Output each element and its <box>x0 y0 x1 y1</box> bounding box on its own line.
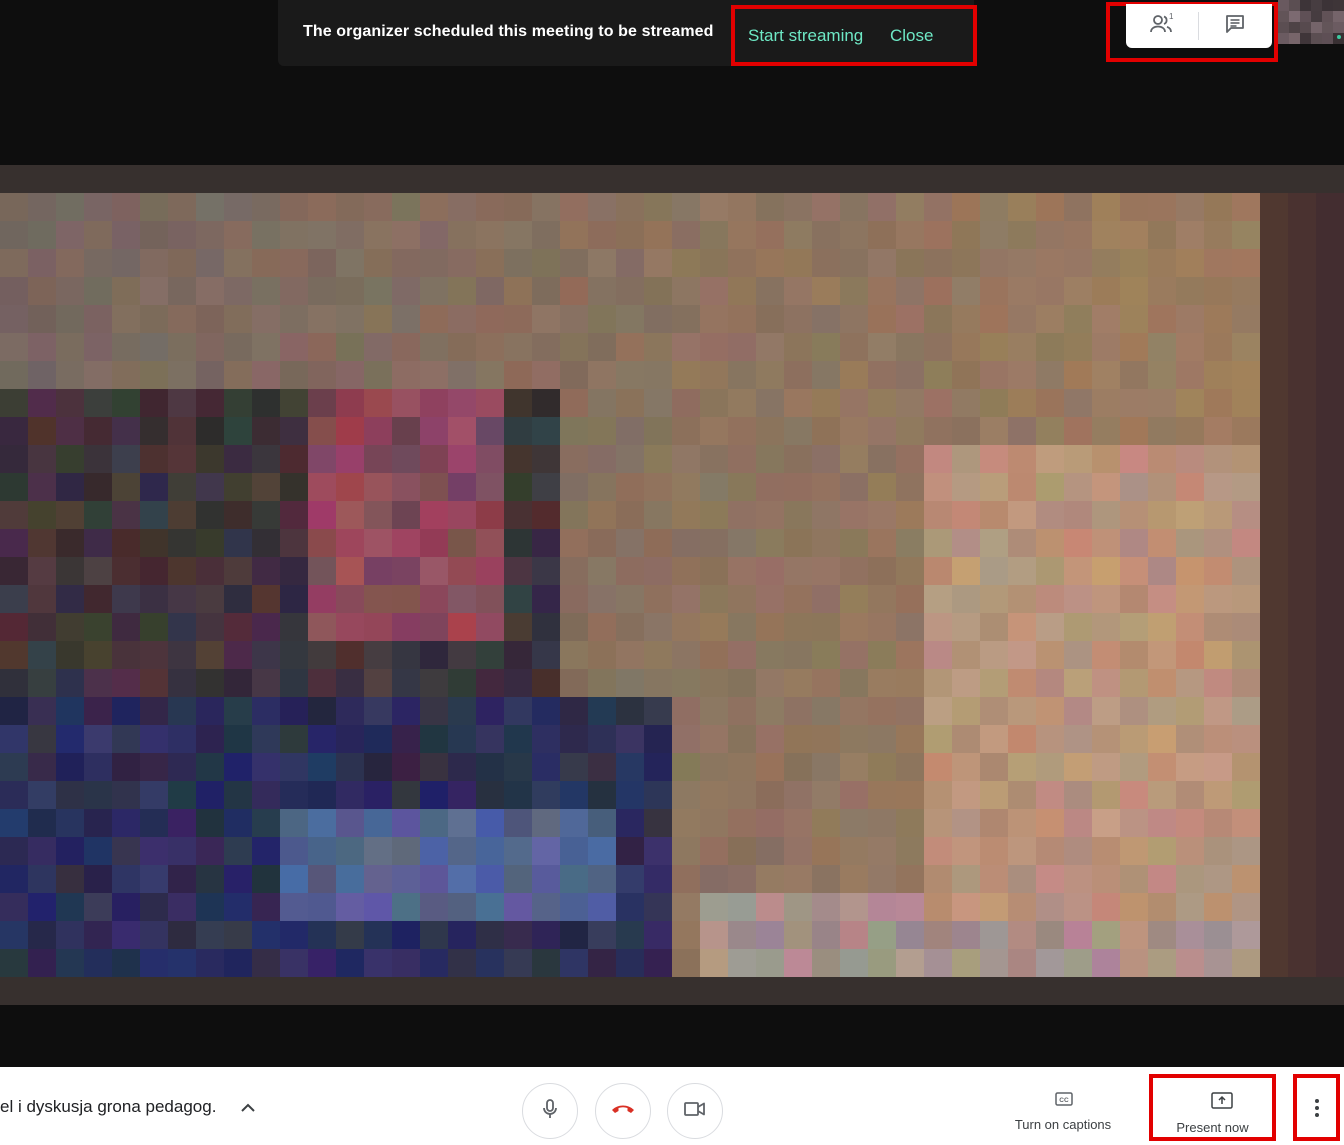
streaming-banner: The organizer scheduled this meeting to … <box>278 0 977 66</box>
chat-button[interactable] <box>1199 4 1271 48</box>
video-camera-icon <box>683 1100 707 1123</box>
present-now-button[interactable]: Present now <box>1149 1074 1276 1141</box>
camera-button[interactable] <box>667 1083 723 1139</box>
bottom-control-bar: el i dyskusja grona pedagog. CC Turn on … <box>0 1067 1344 1145</box>
start-streaming-button[interactable]: Start streaming <box>748 26 863 46</box>
meeting-title: el i dyskusja grona pedagog. <box>0 1097 217 1116</box>
phone-hangup-icon <box>610 1102 636 1120</box>
close-banner-button[interactable]: Close <box>890 26 933 46</box>
banner-actions-highlight: Start streaming Close <box>731 5 977 66</box>
top-right-controls-highlight: 1 <box>1106 2 1278 62</box>
meeting-stage: The organizer scheduled this meeting to … <box>0 0 1344 1067</box>
leave-call-button[interactable] <box>595 1083 651 1139</box>
present-now-label: Present now <box>1176 1120 1249 1135</box>
present-screen-icon <box>1211 1092 1233 1115</box>
chat-icon <box>1224 13 1246 40</box>
captions-label: Turn on captions <box>1014 1117 1112 1132</box>
more-vertical-icon <box>1314 1098 1320 1123</box>
status-dot <box>1337 35 1341 39</box>
side-panel-toggles: 1 <box>1126 4 1272 48</box>
participant-count: 1 <box>1169 12 1174 21</box>
captions-button[interactable]: CC Turn on captions <box>1005 1089 1121 1135</box>
microphone-icon <box>541 1098 559 1125</box>
participant-video <box>0 165 1344 1005</box>
participants-button[interactable]: 1 <box>1126 4 1198 48</box>
banner-message: The organizer scheduled this meeting to … <box>303 23 714 40</box>
chevron-up-icon[interactable] <box>239 1100 257 1118</box>
closed-captions-icon: CC <box>1055 1091 1073 1112</box>
self-view-thumbnail[interactable] <box>1278 0 1344 46</box>
pixelated-video-feed <box>0 165 1344 1005</box>
svg-text:CC: CC <box>1059 1097 1069 1104</box>
more-options-button[interactable] <box>1293 1074 1340 1141</box>
microphone-button[interactable] <box>522 1083 578 1139</box>
